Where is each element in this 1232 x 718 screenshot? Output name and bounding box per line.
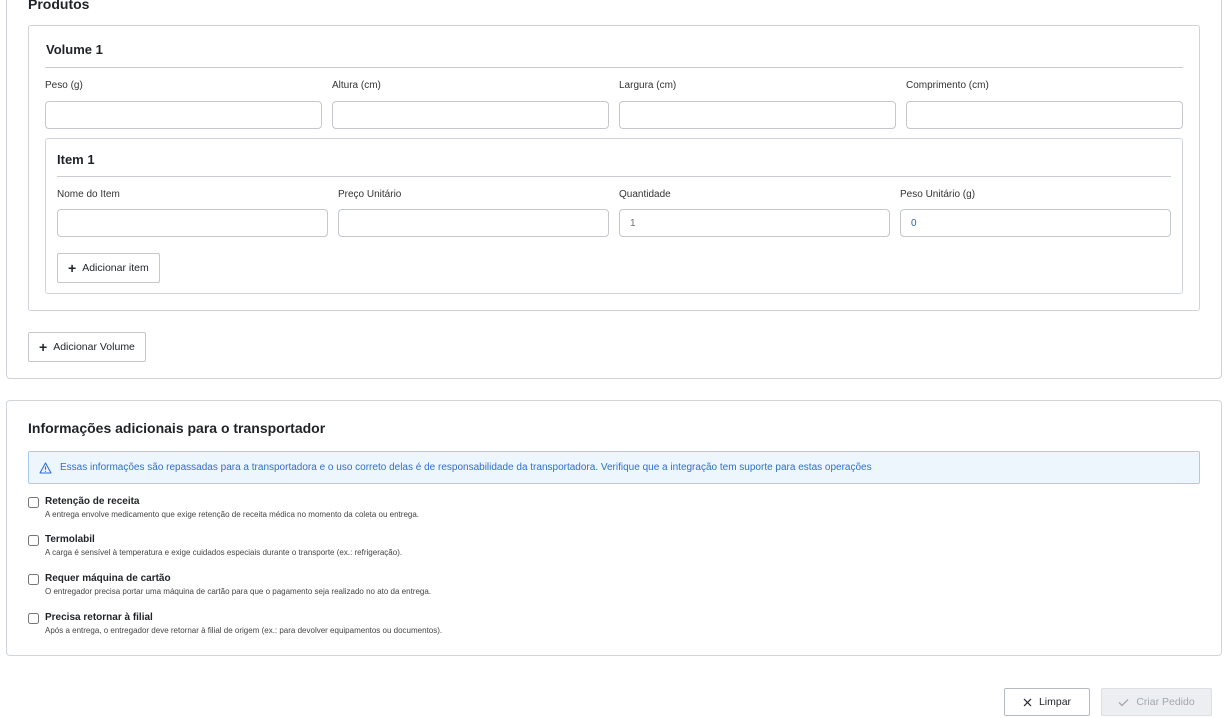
- comprimento-input[interactable]: [906, 101, 1183, 129]
- retornar-filial-checkbox[interactable]: [28, 613, 39, 624]
- add-item-button[interactable]: + Adicionar item: [57, 253, 160, 283]
- plus-icon: +: [68, 260, 77, 276]
- preco-unitario-input[interactable]: [338, 209, 609, 237]
- largura-label: Largura (cm): [619, 80, 677, 91]
- info-card: Informações adicionais para o transporta…: [6, 400, 1222, 656]
- option-title: Requer máquina de cartão: [45, 573, 171, 584]
- produtos-card: Produtos Volume 1 Peso (g) Altura (cm) L…: [6, 0, 1222, 379]
- option-description: A carga é sensível à temperatura e exige…: [45, 548, 403, 557]
- quantidade-label: Quantidade: [619, 189, 671, 200]
- create-order-button[interactable]: Criar Pedido: [1101, 688, 1212, 716]
- option-description: Após a entrega, o entregador deve retorn…: [45, 626, 443, 635]
- comprimento-label: Comprimento (cm): [906, 80, 989, 91]
- option-retornar-filial: Precisa retornar à filial Após a entrega…: [28, 612, 442, 635]
- largura-input[interactable]: [619, 101, 896, 129]
- plus-icon: +: [39, 339, 48, 355]
- add-item-label: Adicionar item: [82, 262, 149, 274]
- option-termolabil: Termolabil A carga é sensível à temperat…: [28, 534, 402, 557]
- peso-unitario-label: Peso Unitário (g): [900, 189, 976, 200]
- maquina-cartao-checkbox[interactable]: [28, 574, 39, 585]
- quantidade-input[interactable]: [619, 209, 890, 237]
- altura-input[interactable]: [332, 101, 609, 129]
- add-volume-label: Adicionar Volume: [53, 341, 135, 353]
- volume-divider: [45, 67, 1183, 68]
- produtos-title: Produtos: [28, 0, 90, 12]
- volume-title: Volume 1: [46, 42, 103, 57]
- peso-label: Peso (g): [45, 80, 83, 91]
- alert-text: Essas informações são repassadas para a …: [60, 462, 872, 473]
- option-description: A entrega envolve medicamento que exige …: [45, 510, 420, 519]
- clear-label: Limpar: [1038, 696, 1072, 708]
- item-divider: [57, 176, 1171, 177]
- nome-item-input[interactable]: [57, 209, 328, 237]
- create-order-label: Criar Pedido: [1136, 696, 1195, 708]
- option-title: Precisa retornar à filial: [45, 612, 153, 623]
- volume-section: Volume 1 Peso (g) Altura (cm) Largura (c…: [28, 25, 1200, 311]
- clear-button[interactable]: Limpar: [1004, 688, 1090, 716]
- check-icon: [1118, 698, 1129, 706]
- add-volume-button[interactable]: + Adicionar Volume: [28, 332, 146, 362]
- altura-label: Altura (cm): [332, 80, 381, 91]
- item-title: Item 1: [57, 152, 95, 167]
- peso-unitario-input[interactable]: [900, 209, 1171, 237]
- option-retencao-receita: Retenção de receita A entrega envolve me…: [28, 496, 419, 519]
- preco-unitario-label: Preço Unitário: [338, 189, 402, 200]
- nome-item-label: Nome do Item: [57, 189, 120, 200]
- termolabil-checkbox[interactable]: [28, 535, 39, 546]
- option-title: Retenção de receita: [45, 496, 140, 507]
- warning-icon: [39, 461, 52, 474]
- retencao-receita-checkbox[interactable]: [28, 497, 39, 508]
- info-title: Informações adicionais para o transporta…: [28, 420, 326, 436]
- option-maquina-cartao: Requer máquina de cartão O entregador pr…: [28, 573, 431, 596]
- option-description: O entregador precisa portar uma máquina …: [45, 587, 432, 596]
- item-section: Item 1 Nome do Item Preço Unitário Quant…: [45, 138, 1183, 294]
- option-title: Termolabil: [45, 534, 95, 545]
- close-icon: [1023, 698, 1032, 706]
- peso-input[interactable]: [45, 101, 322, 129]
- info-alert: Essas informações são repassadas para a …: [28, 451, 1200, 484]
